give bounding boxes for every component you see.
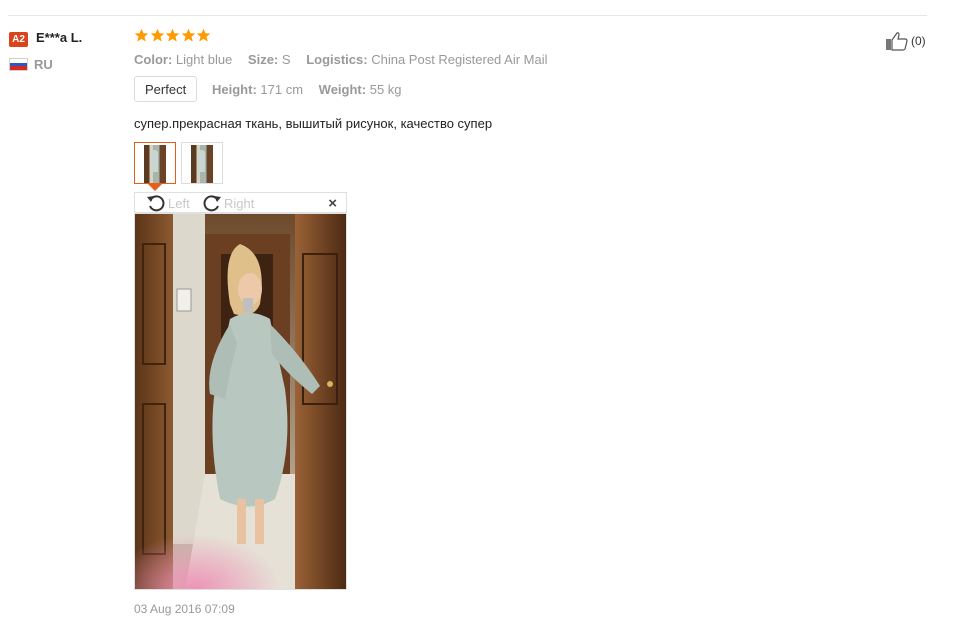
thumbnail-image	[144, 145, 166, 183]
review-text: супер.прекрасная ткань, вышитый рисунок,…	[134, 116, 493, 131]
fit-tag: Perfect	[134, 76, 198, 102]
star-rating	[134, 28, 212, 46]
member-level-badge: A2	[9, 32, 28, 47]
thumbnail-photo-1[interactable]	[134, 142, 176, 184]
reviewer-country: RU	[34, 57, 53, 72]
rotate-right-label: Right	[224, 195, 255, 211]
rotate-left-icon	[147, 195, 165, 212]
star-icon	[181, 28, 195, 42]
review-date: 03 Aug 2016 07:09	[134, 602, 235, 616]
image-viewer-toolbar: Left Right ×	[134, 192, 347, 213]
star-icon	[134, 28, 149, 42]
buyer-measurements: Height: 171 cm Weight: 55 kg	[212, 82, 414, 97]
weight-value: 55 kg	[369, 82, 402, 97]
thumbs-up-icon	[886, 32, 908, 51]
reviewer-name: E***a L.	[36, 30, 83, 45]
thumbnail-photo-2[interactable]	[181, 142, 223, 184]
attr-logistics-value: China Post Registered Air Mail	[371, 52, 548, 67]
selected-thumbnail-pointer	[148, 184, 162, 191]
attr-color-value: Light blue	[175, 52, 233, 67]
weight-key: Weight:	[318, 82, 367, 97]
rotate-right-icon	[203, 195, 221, 212]
order-attributes: Color: Light blue Size: S Logistics: Chi…	[134, 52, 560, 67]
height-key: Height:	[212, 82, 257, 97]
star-icon	[165, 28, 180, 42]
height-value: 171 cm	[260, 82, 304, 97]
helpful-count: (0)	[911, 34, 926, 48]
star-icon	[196, 28, 211, 42]
star-icon	[150, 28, 164, 42]
attr-size-key: Size:	[247, 52, 279, 67]
close-viewer-icon[interactable]: ×	[328, 195, 337, 212]
rotate-left-button[interactable]: Left	[145, 193, 190, 213]
attr-size-value: S	[281, 52, 291, 67]
rotate-left-label: Left	[168, 195, 190, 211]
thumbnail-image	[191, 145, 213, 183]
rotate-right-button[interactable]: Right	[201, 193, 254, 213]
attr-color-key: Color:	[134, 52, 173, 67]
review-photo-image	[135, 214, 346, 589]
attr-logistics-key: Logistics:	[306, 52, 368, 67]
helpful-button[interactable]: (0)	[885, 31, 926, 51]
review-photo	[134, 213, 347, 590]
country-flag-icon	[9, 58, 28, 71]
divider	[8, 15, 927, 16]
